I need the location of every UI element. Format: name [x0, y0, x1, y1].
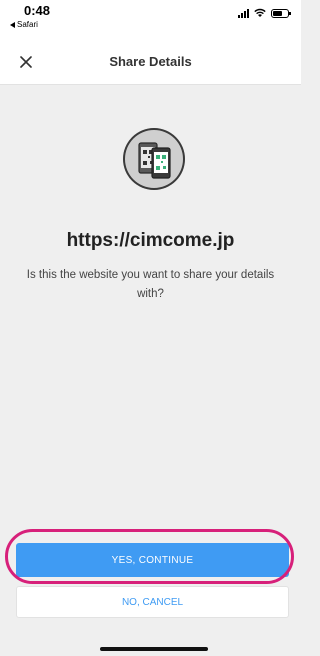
yes-continue-button[interactable]: YES, CONTINUE [16, 543, 289, 577]
status-icons [238, 8, 291, 18]
status-bar: 0:48 Safari [0, 0, 301, 40]
battery-icon [271, 9, 291, 18]
wifi-icon [254, 8, 266, 17]
home-indicator[interactable] [100, 647, 208, 651]
nav-bar: Share Details [0, 40, 301, 85]
page-title: Share Details [109, 54, 192, 69]
website-url: https://cimcome.jp [66, 230, 235, 251]
phone-qr-icon [123, 128, 185, 190]
status-time: 0:48 [24, 3, 51, 18]
back-arrow-icon [10, 21, 15, 28]
back-app-label: Safari [17, 20, 38, 29]
signal-icon [238, 8, 249, 18]
confirmation-question: Is this the website you want to share yo… [26, 269, 275, 300]
back-to-app-link[interactable]: Safari [10, 20, 38, 29]
no-cancel-button[interactable]: NO, CANCEL [16, 586, 289, 618]
